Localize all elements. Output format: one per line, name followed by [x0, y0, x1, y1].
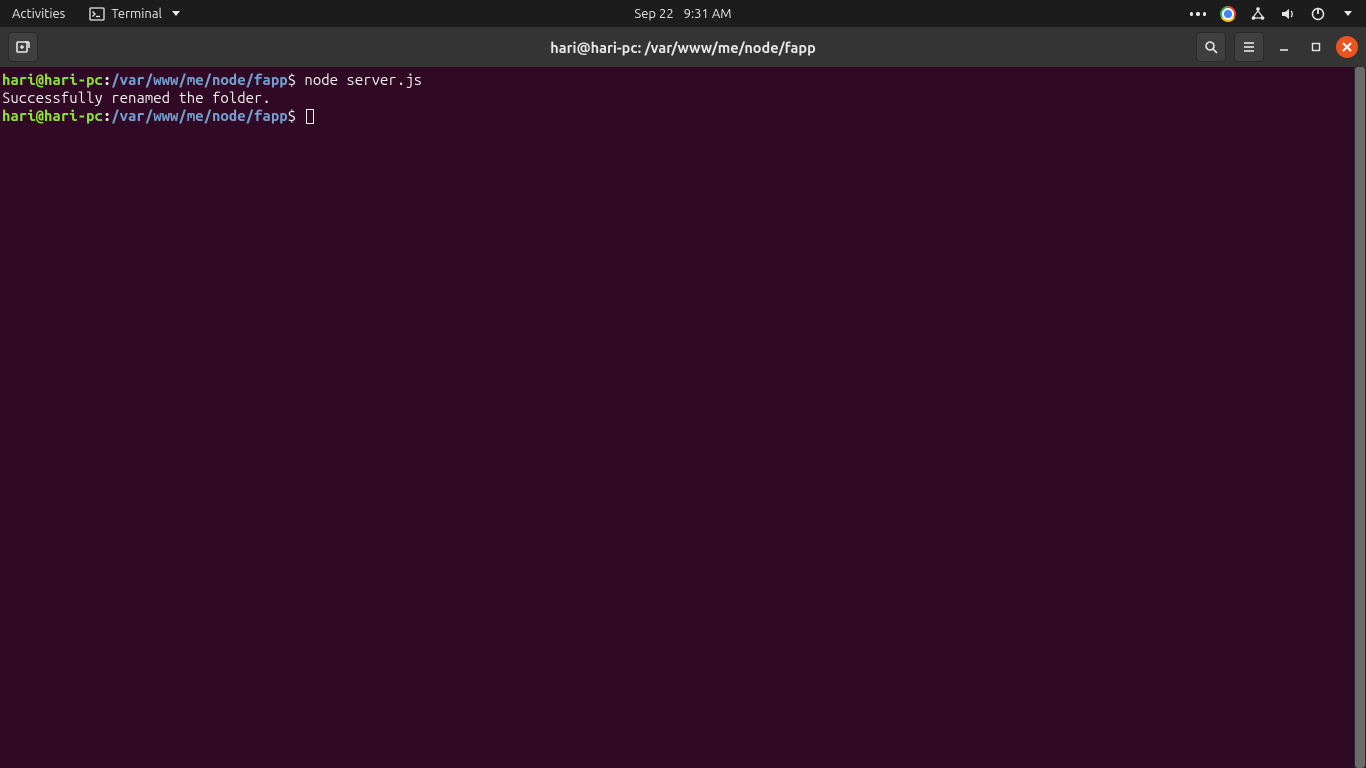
prompt-sep: :: [103, 107, 111, 124]
prompt-path: /var/www/me/node/fapp: [111, 107, 287, 124]
prompt-dollar: $: [288, 71, 296, 88]
power-icon[interactable]: [1310, 6, 1326, 22]
maximize-button[interactable]: [1304, 35, 1328, 59]
output-line: Successfully renamed the folder.: [2, 89, 271, 106]
terminal[interactable]: hari@hari-pc:/var/www/me/node/fapp$ node…: [0, 67, 1354, 768]
prompt-path: /var/www/me/node/fapp: [111, 71, 287, 88]
scrollbar-thumb[interactable]: [1355, 67, 1365, 768]
gnome-top-bar: Activities Terminal Sep 22 9:31 AM: [0, 0, 1366, 27]
window-title: hari@hari-pc: /var/www/me/node/fapp: [550, 39, 816, 56]
command-text: node server.js: [296, 71, 422, 88]
header-right-group: [1196, 32, 1358, 62]
minimize-button[interactable]: [1272, 35, 1296, 59]
close-button[interactable]: [1336, 36, 1358, 58]
new-tab-button[interactable]: [8, 32, 38, 62]
topbar-left-group: Activities Terminal: [0, 0, 192, 27]
chevron-down-icon: [172, 11, 180, 16]
hamburger-menu-button[interactable]: [1234, 32, 1264, 62]
date-label: Sep 22: [634, 7, 673, 21]
cursor: [306, 109, 314, 124]
time-label: 9:31 AM: [684, 7, 732, 21]
terminal-viewport: hari@hari-pc:/var/www/me/node/fapp$ node…: [0, 67, 1366, 768]
app-menu-label: Terminal: [111, 7, 162, 21]
chrome-icon[interactable]: [1220, 6, 1236, 22]
scrollbar-track[interactable]: [1354, 67, 1366, 768]
prompt-dollar: $: [288, 107, 296, 124]
prompt-sep: :: [103, 71, 111, 88]
system-menu-chevron-icon[interactable]: [1344, 11, 1352, 16]
clock-menu[interactable]: Sep 22 9:31 AM: [622, 0, 743, 27]
window-titlebar: hari@hari-pc: /var/www/me/node/fapp: [0, 27, 1366, 67]
network-icon[interactable]: [1250, 6, 1266, 22]
topbar-right-group: [1190, 6, 1366, 22]
prompt-user: hari@hari-pc: [2, 107, 103, 124]
activities-label: Activities: [12, 7, 65, 21]
activities-button[interactable]: Activities: [0, 0, 77, 27]
prompt-user: hari@hari-pc: [2, 71, 103, 88]
terminal-icon: [89, 6, 105, 22]
more-icon[interactable]: [1190, 6, 1206, 22]
app-menu[interactable]: Terminal: [77, 0, 192, 27]
volume-icon[interactable]: [1280, 6, 1296, 22]
search-button[interactable]: [1196, 32, 1226, 62]
